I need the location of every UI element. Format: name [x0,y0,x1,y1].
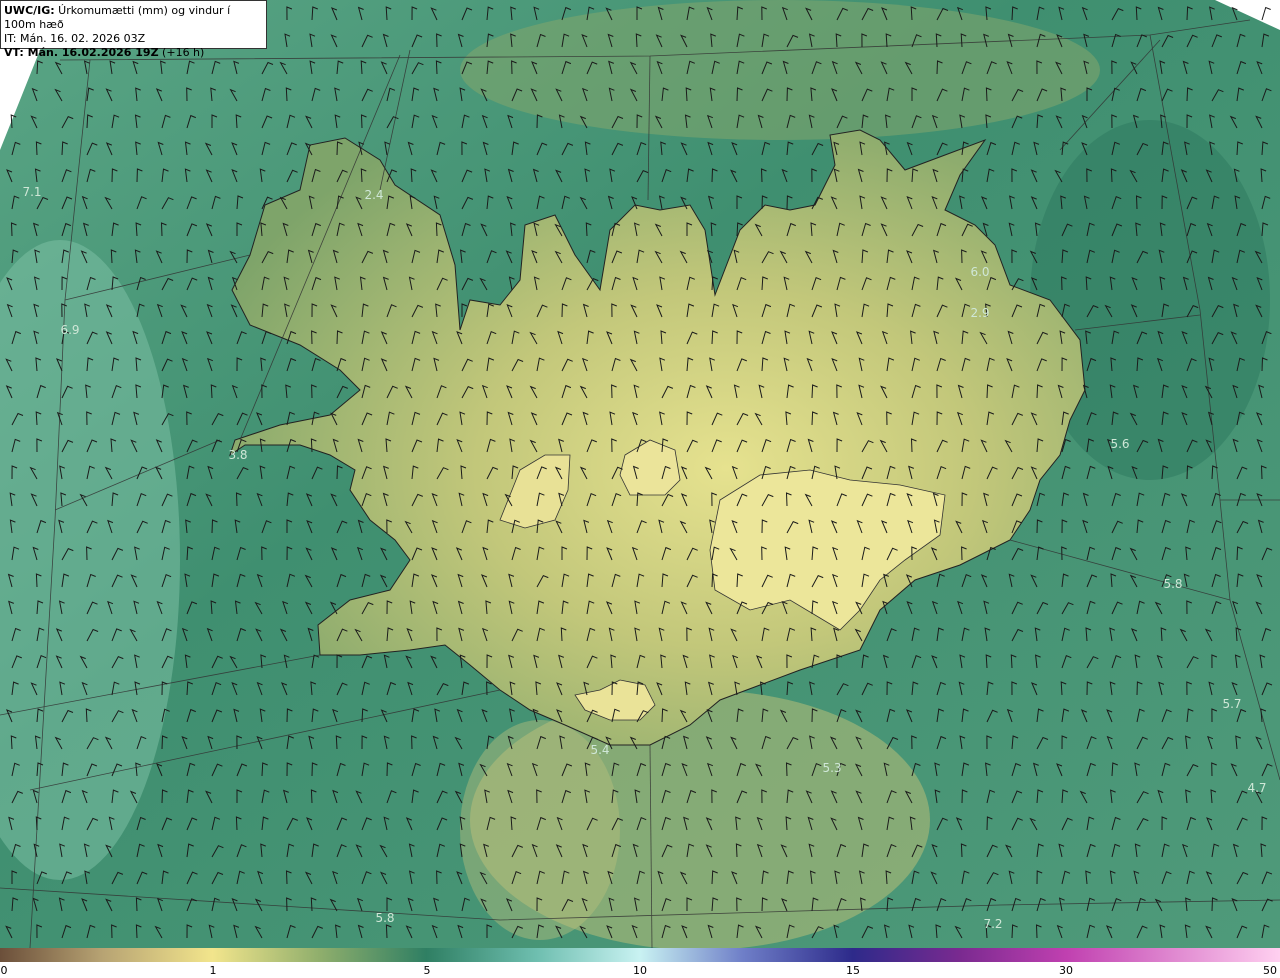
valid-line: VT: Mán. 16.02.2026 19Z (+16 h) [4,46,263,60]
point-value-2-9: 2.9 [970,306,990,320]
init-time: IT: Mán. 16. 02. 2026 03Z [4,32,146,45]
valid-time: VT: Mán. 16.02.2026 19Z [4,46,159,59]
point-value-5-7: 5.7 [1222,697,1242,711]
colorbar-tick-50: 50 [1263,964,1277,977]
point-value-6-0: 6.0 [970,265,990,279]
title-line: UWC/IG: Úrkomumætti (mm) og vindur í 100… [4,4,263,32]
colorbar-tick-0: 0 [0,964,8,977]
colorbar-tick-15: 15 [846,964,860,977]
lead-time: (+16 h) [158,46,205,59]
point-value-7-2: 7.2 [983,917,1003,931]
point-value-5-8-east: 5.8 [1163,577,1183,591]
point-value-4-7: 4.7 [1247,781,1267,795]
point-value-3-8: 3.8 [228,448,248,462]
model-tag: UWC/IG: [4,4,55,17]
map-area[interactable]: UWC/IG: Úrkomumætti (mm) og vindur í 100… [0,0,1280,948]
colorbar-tick-5: 5 [423,964,431,977]
point-value-5-8-south: 5.8 [375,911,395,925]
colorbar-gradient [0,948,1280,962]
forecast-map [0,0,1280,948]
colorbar-tick-10: 10 [633,964,647,977]
colorbar-tick-30: 30 [1059,964,1073,977]
point-value-5-6: 5.6 [1110,437,1130,451]
colorbar: 0 1 5 10 15 30 50 [0,948,1280,978]
point-value-5-3: 5.3 [822,761,842,775]
point-value-5-4: 5.4 [590,743,610,757]
colorbar-tick-1: 1 [209,964,217,977]
point-value-6-9: 6.9 [60,323,80,337]
point-value-2-4: 2.4 [364,188,384,202]
info-box: UWC/IG: Úrkomumætti (mm) og vindur í 100… [0,0,267,59]
point-value-7-1: 7.1 [22,185,42,199]
